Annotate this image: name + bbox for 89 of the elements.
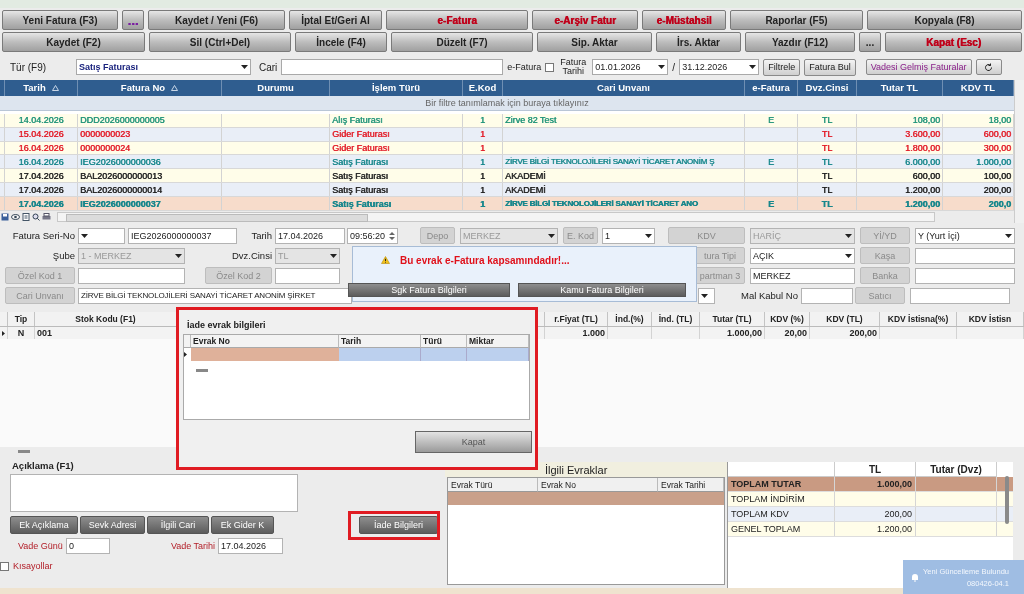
table-cell: Satış Faturası [332,184,389,195]
separator: / [672,61,676,73]
table-cell: ZİRVE BİLGİ TEKNOLOJİLERİ SANAYİ TİCARET ANONİM Ş [505,157,715,167]
table-cell: BAL2026000000014 [80,184,163,195]
table-cell: 1.200,00 [876,524,912,534]
dialog-title: İade evrak bilgileri [187,320,267,330]
field-label: Vade Günü [18,540,63,551]
alert-message: Bu evrak e-Fatura kapsamındadır!... [400,254,570,266]
table-cell: 1.800,00 [904,143,940,153]
table-cell: Gider Faturası [332,129,390,140]
field-label: Vade Tarihi [170,540,216,551]
type-label: Tür (F9) [10,61,48,73]
column-header: TL [868,463,882,475]
table-cell: AKADEMİ [505,170,546,181]
table-cell: 1.000,00 [726,328,762,338]
field-label: Tarih [250,230,272,241]
table-cell: 600,00 [912,170,940,181]
table-cell: TL [821,198,833,209]
table-cell: 3.600,00 [904,129,940,140]
table-cell: E [768,156,774,167]
table-cell: 1.200,00 [904,184,940,195]
table-cell: 200,00 [849,328,877,338]
table-cell: 17.04.2026 [18,170,64,181]
table-cell: TL [821,143,833,153]
table-cell: DDD2026000000005 [80,115,165,126]
table-cell: E [768,115,774,126]
table-cell: TL [821,170,833,181]
table-cell: 18,00 [988,115,1011,126]
table-cell: 1 [480,184,485,195]
field-label: Fatura Seri-No [11,230,75,241]
table-cell: 1.000 [582,328,605,338]
date-label: Fatura Tarihi [559,58,588,76]
table-cell: 1 [480,129,485,140]
table-cell: IEG2026000000036 [80,156,161,167]
table-cell: 200,0 [988,198,1011,209]
table-cell: 1 [480,115,485,126]
table-cell: AKADEMİ [505,184,546,195]
table-cell: 600,00 [983,129,1011,140]
table-cell: 16.04.2026 [18,156,64,167]
column-header: Tutar (Dvz) [930,463,982,475]
table-cell: 15.04.2026 [18,129,64,140]
table-cell: 16.04.2026 [18,143,64,153]
table-cell: 20,00 [784,328,807,338]
cari-label: Cari [259,61,278,73]
table-cell: TL [821,156,833,167]
table-cell: 0000000024 [80,143,131,153]
description-label: Açıklama (F1) [12,460,75,472]
table-cell: E [768,198,774,209]
field-label: Şube [51,250,75,261]
field-label: Mal Kabul No [739,290,798,301]
table-cell: 108,00 [912,115,940,126]
field-label: Dvz.Cinsi [230,250,272,261]
table-cell: 200,00 [884,509,912,519]
table-cell: 1.000,00 [975,156,1011,167]
table-cell: N [17,328,25,338]
table-cell: GENEL TOPLAM [731,524,801,534]
panel-title: İlgili Evraklar [545,463,608,476]
table-cell: 0000000023 [80,129,131,140]
table-cell: Satış Faturası [332,198,392,209]
table-cell: TL [821,115,833,126]
table-cell: 001 [37,328,53,338]
table-cell: Satış Faturası [332,170,389,181]
table-cell: TL [821,184,833,195]
efatura-label: e-Fatura [507,62,542,72]
table-cell: TOPLAM TUTAR [731,479,802,489]
table-cell: 100,00 [983,170,1011,181]
table-cell: Zirve 82 Test [505,115,557,126]
table-cell: 1.000,00 [876,479,912,489]
table-cell: BAL2026000000013 [80,170,163,181]
table-cell: 1 [480,198,485,209]
checkbox-label: Kısayollar [13,561,53,571]
table-cell: Gider Faturası [332,143,390,153]
table-cell: IEG2026000000037 [80,198,161,209]
table-cell: Alış Faturası [332,115,383,126]
table-cell: 300,00 [983,143,1011,153]
table-cell: ZİRVE BİLGİ TEKNOLOJİLERİ SANAYİ TİCARET ANO [505,199,698,209]
table-cell: 6.000,00 [904,156,940,167]
table-cell: 200,00 [983,184,1011,195]
table-cell: 17.04.2026 [18,198,64,209]
table-cell: TOPLAM KDV [731,509,789,519]
table-cell: Satış Faturası [332,156,389,167]
table-cell: 1.200,00 [904,198,940,209]
table-cell: 17.04.2026 [18,184,64,195]
table-cell: TL [821,129,833,140]
table-cell: 1 [480,156,485,167]
table-cell: 14.04.2026 [18,115,64,126]
table-cell: 1 [480,170,485,181]
table-cell: TOPLAM İNDİRİM [731,494,805,504]
table-cell: 1 [480,143,485,153]
